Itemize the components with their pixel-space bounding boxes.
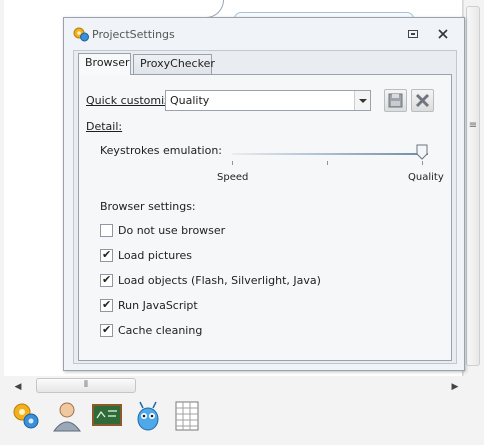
checkbox-label: Run JavaScript [118, 299, 198, 312]
keystrokes-emulation-label: Keystrokes emulation: [100, 144, 222, 157]
checkbox-label: Load pictures [118, 249, 193, 262]
gears-icon[interactable] [9, 399, 43, 433]
scroll-left-icon[interactable]: ◀ [12, 381, 24, 393]
browser-settings-label: Browser settings: [100, 200, 196, 213]
slider-tick [327, 161, 328, 165]
save-preset-button[interactable] [384, 89, 407, 112]
scroll-grip-icon: ≡ [468, 120, 478, 131]
tab-proxychecker[interactable]: ProxyChecker [133, 54, 215, 74]
robot-icon[interactable] [131, 399, 165, 433]
checkbox[interactable] [100, 273, 113, 287]
slider-tick [422, 161, 423, 165]
x-delete-icon [415, 93, 430, 108]
restore-icon[interactable] [406, 28, 420, 40]
keystrokes-slider-thumb[interactable] [416, 144, 428, 160]
connector-line [194, 0, 224, 18]
chalkboard-icon[interactable] [90, 399, 124, 433]
dialog-client-area: Browser ProxyChecker Quick customize: Qu… [73, 50, 457, 364]
checkbox[interactable] [100, 248, 113, 262]
floppy-disk-icon [388, 93, 403, 108]
delete-preset-button[interactable] [411, 89, 434, 112]
quick-customize-value: Quality [170, 94, 210, 107]
scroll-grip-icon: ⦀ [84, 380, 88, 390]
checkbox-label: Do not use browser [118, 224, 226, 237]
checkbox[interactable] [100, 298, 113, 312]
vertical-scrollbar-thumb[interactable] [466, 6, 480, 366]
checkbox[interactable] [100, 224, 113, 237]
tab-browser[interactable]: Browser [78, 53, 131, 75]
slider-tick [232, 161, 233, 165]
scroll-right-icon[interactable]: ▶ [449, 381, 461, 393]
browser-tab-panel: Quick customize: Quality Detail: Keystro… [78, 74, 452, 361]
close-icon[interactable] [436, 28, 450, 40]
checkbox-label: Cache cleaning [118, 324, 203, 337]
detail-label: Detail: [86, 120, 123, 133]
dialog-title: ProjectSettings [92, 28, 175, 41]
spreadsheet-icon[interactable] [170, 399, 204, 433]
user-icon[interactable] [50, 399, 84, 433]
quick-customize-select[interactable]: Quality [165, 90, 371, 111]
project-settings-dialog: ProjectSettings Browser ProxyChecker Qui… [63, 17, 465, 371]
checkbox[interactable] [100, 323, 113, 337]
keystrokes-slider-track[interactable] [232, 153, 428, 155]
gears-icon [73, 27, 89, 42]
slider-max-label: Quality [408, 172, 444, 183]
checkbox-label: Load objects (Flash, Silverlight, Java) [118, 274, 321, 287]
dialog-titlebar[interactable]: ProjectSettings [64, 18, 464, 48]
chevron-down-icon[interactable] [354, 91, 370, 110]
slider-min-label: Speed [217, 172, 249, 183]
